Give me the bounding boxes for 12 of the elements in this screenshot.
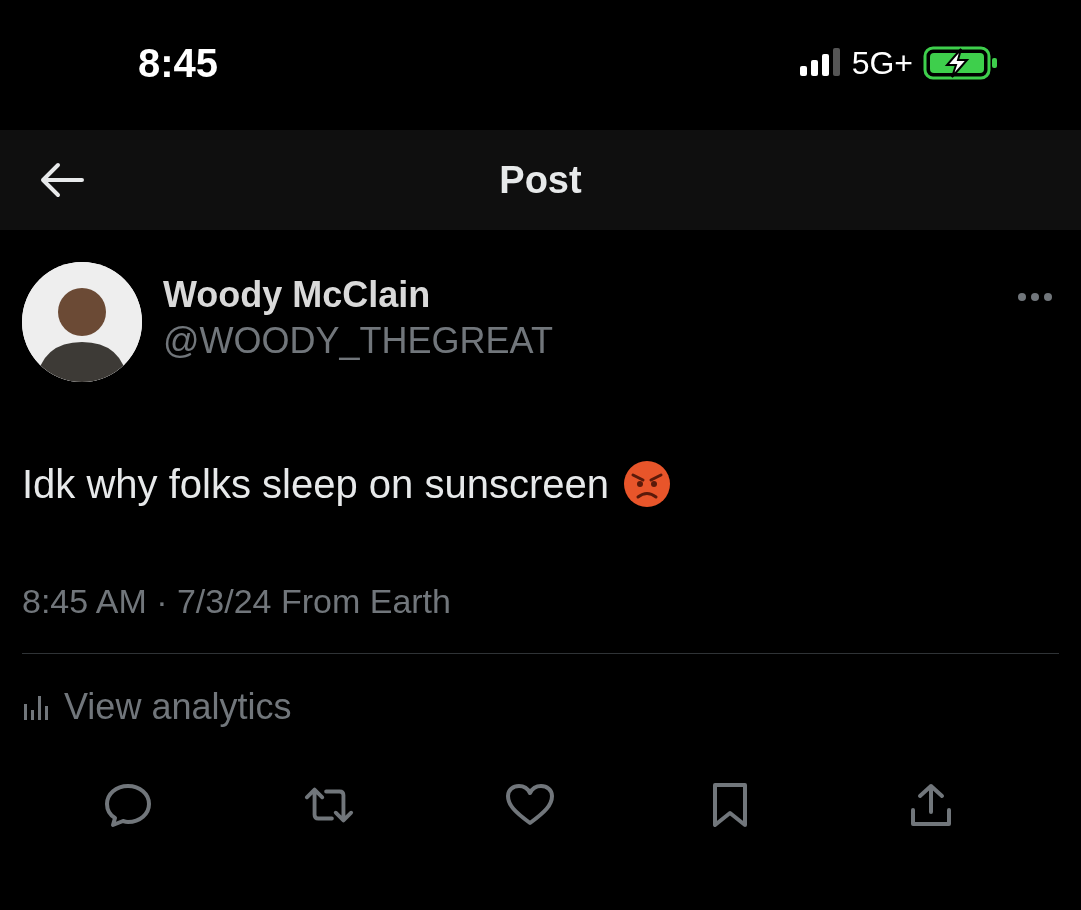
- more-button[interactable]: [1017, 290, 1053, 300]
- post-text: Idk why folks sleep on sunscreen: [22, 461, 609, 507]
- angry-face-icon: [623, 460, 671, 508]
- network-label: 5G+: [851, 44, 913, 82]
- post-timestamp: 8:45 AM · 7/3/24 From Earth: [22, 582, 1059, 654]
- clock-time: 8:45: [138, 40, 219, 86]
- author-name[interactable]: Woody McClain: [163, 274, 1017, 316]
- author-handle[interactable]: @WOODY_THEGREAT: [163, 320, 1017, 362]
- signal-icon: [799, 48, 842, 78]
- header-title: Post: [499, 158, 582, 202]
- back-button[interactable]: [38, 162, 86, 198]
- view-analytics-link[interactable]: View analytics: [22, 686, 292, 728]
